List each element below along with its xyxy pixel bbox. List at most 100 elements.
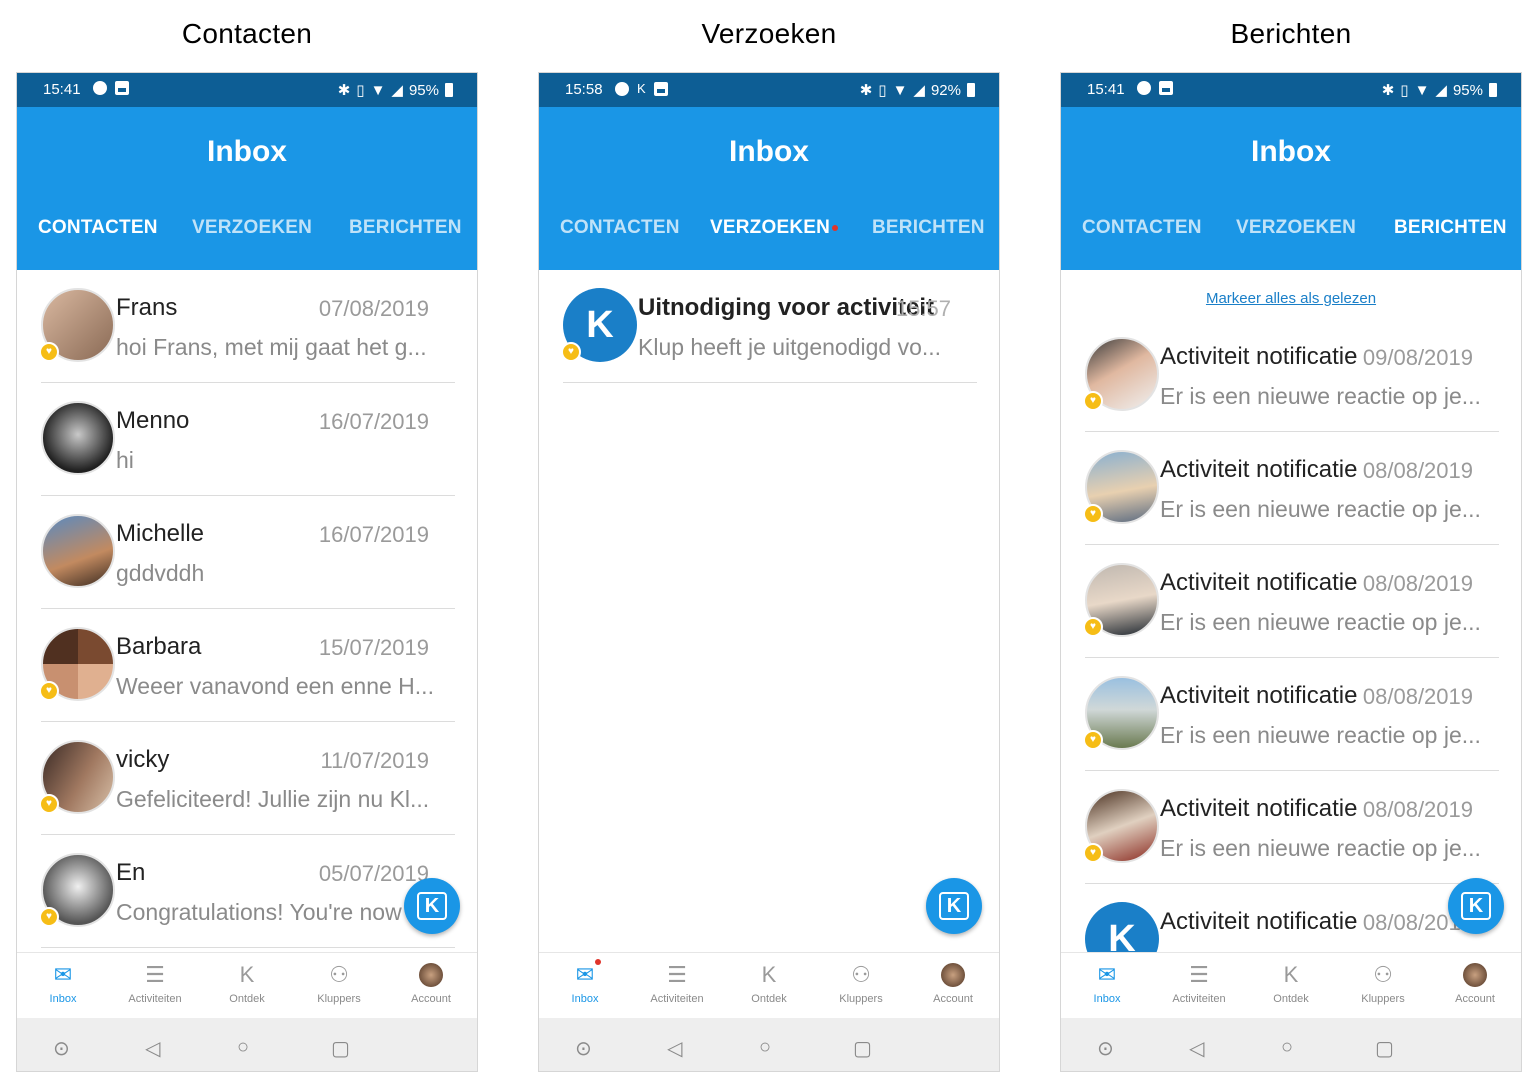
nav-inbox[interactable]: ✉ Inbox xyxy=(539,959,631,1005)
tab-verzoeken[interactable]: VERZOEKEN xyxy=(1236,217,1356,239)
assistant-icon[interactable]: ⊙ xyxy=(1097,1036,1114,1061)
assistant-icon[interactable]: ⊙ xyxy=(53,1036,70,1061)
bluetooth-icon: ✱ xyxy=(859,82,873,99)
account-avatar-icon xyxy=(1461,961,1489,989)
tab-contacten[interactable]: CONTACTEN xyxy=(38,217,158,239)
tab-berichten[interactable]: BERICHTEN xyxy=(1394,217,1507,239)
notification-title: Activiteit notificatie xyxy=(1160,456,1358,483)
list-item[interactable]: ♥ Activiteit notificatie 08/08/2019 Er i… xyxy=(1083,658,1499,771)
contact-name: Frans xyxy=(116,294,178,321)
notification-date: 09/08/2019 xyxy=(1362,345,1473,370)
klup-logo-icon: K xyxy=(1283,962,1299,987)
status-time: 15:41 xyxy=(1087,81,1125,98)
back-icon[interactable]: ◁ xyxy=(1189,1036,1204,1061)
nav-kluppers[interactable]: ⚇ Kluppers xyxy=(815,961,907,1005)
klup-chat-button[interactable]: K xyxy=(926,878,982,934)
list-item[interactable]: Michelle 16/07/2019 gddvddh xyxy=(41,496,455,609)
klup-chat-button[interactable]: K xyxy=(404,878,460,934)
envelope-icon: ✉ xyxy=(571,959,601,989)
nav-ontdek[interactable]: K Ontdek xyxy=(201,961,293,1005)
page-title: Inbox xyxy=(729,135,809,168)
bluetooth-icon: ✱ xyxy=(1381,82,1395,99)
phone-screen: 15:41 ✱ ▯ ▼ ◢ 95% Inbox CONTACTEN VERZOEKEN … xyxy=(1060,72,1522,1072)
list-item[interactable]: ♥ Activiteit notificatie 09/08/2019 Er i… xyxy=(1083,319,1499,432)
bluetooth-icon: ✱ xyxy=(337,82,351,99)
vibrate-icon: ▯ xyxy=(356,82,365,99)
tab-berichten[interactable]: BERICHTEN xyxy=(349,217,462,239)
nav-inbox[interactable]: ✉ Inbox xyxy=(1061,961,1153,1005)
list-icon: ☰ xyxy=(667,962,687,987)
nav-account[interactable]: Account xyxy=(1429,961,1521,1005)
nav-kluppers[interactable]: ⚇ Kluppers xyxy=(293,961,385,1005)
signal-icon: ◢ xyxy=(1435,82,1447,99)
bottom-nav: ✉ Inbox ☰ Activiteiten K Ontdek ⚇ Kluppers A… xyxy=(539,952,999,1018)
list-item[interactable]: ♥ vicky 11/07/2019 Gefeliciteerd! Jullie… xyxy=(39,722,455,835)
tab-berichten[interactable]: BERICHTEN xyxy=(872,217,985,239)
panel-heading: Verzoeken xyxy=(701,18,837,49)
message-date: 07/08/2019 xyxy=(318,296,429,321)
nav-account[interactable]: Account xyxy=(907,961,999,1005)
back-icon[interactable]: ◁ xyxy=(145,1036,160,1061)
heart-icon: ♥ xyxy=(39,794,59,814)
home-icon[interactable]: ○ xyxy=(237,1036,249,1059)
tab-verzoeken[interactable]: VERZOEKEN xyxy=(192,217,312,239)
people-icon: ⚇ xyxy=(851,962,871,987)
list-item[interactable]: ♥ Frans 07/08/2019 hoi Frans, met mij ga… xyxy=(39,270,455,383)
recents-icon[interactable]: ▢ xyxy=(853,1036,872,1061)
tab-contacten[interactable]: CONTACTEN xyxy=(1082,217,1202,239)
nav-activiteiten[interactable]: ☰ Activiteiten xyxy=(631,961,723,1005)
heart-icon: ♥ xyxy=(1083,730,1103,750)
bottom-nav: ✉ Inbox ☰ Activiteiten K Ontdek ⚇ Kluppers A… xyxy=(1061,952,1521,1018)
message-date: 05/07/2019 xyxy=(318,861,429,886)
message-preview: Weeer vanavond een enne H... xyxy=(116,673,434,699)
list-item[interactable]: ♥ Barbara 15/07/2019 Weeer vanavond een … xyxy=(39,609,455,722)
nav-activiteiten[interactable]: ☰ Activiteiten xyxy=(109,961,201,1005)
tab-verzoeken[interactable]: VERZOEKEN xyxy=(710,217,839,239)
klup-logo-icon: K xyxy=(417,892,447,920)
avatar xyxy=(41,514,115,588)
battery-icon xyxy=(1489,83,1497,97)
list-item[interactable]: K ♥ Uitnodiging voor activiteit 15:57 Kl… xyxy=(561,270,977,383)
back-icon[interactable]: ◁ xyxy=(667,1036,682,1061)
home-icon[interactable]: ○ xyxy=(1281,1036,1293,1059)
nav-ontdek[interactable]: K Ontdek xyxy=(723,961,815,1005)
list-item[interactable]: ♥ Activiteit notificatie 08/08/2019 Er i… xyxy=(1083,432,1499,545)
message-preview: hoi Frans, met mij gaat het g... xyxy=(116,334,427,360)
assistant-icon[interactable]: ⊙ xyxy=(575,1036,592,1061)
tab-contacten[interactable]: CONTACTEN xyxy=(560,217,680,239)
list-item[interactable]: ♥ Activiteit notificatie 08/08/2019 Er i… xyxy=(1083,771,1499,884)
bottom-nav: ✉ Inbox ☰ Activiteiten K Ontdek ⚇ Kluppers A… xyxy=(17,952,477,1018)
battery-icon xyxy=(967,83,975,97)
unread-dot xyxy=(832,224,839,231)
nav-activiteiten[interactable]: ☰ Activiteiten xyxy=(1153,961,1245,1005)
request-title: Uitnodiging voor activiteit xyxy=(638,294,935,321)
nav-inbox[interactable]: ✉ Inbox xyxy=(17,961,109,1005)
tab-label: VERZOEKEN xyxy=(710,217,831,238)
list-item[interactable]: ♥ Activiteit notificatie 08/08/2019 Er i… xyxy=(1083,545,1499,658)
nav-account[interactable]: Account xyxy=(385,961,477,1005)
list-item[interactable]: K Activiteit notificatie 08/08/2019 xyxy=(1085,884,1499,952)
message-date: 15/07/2019 xyxy=(318,635,429,660)
home-icon[interactable]: ○ xyxy=(759,1036,771,1059)
wifi-icon: ▼ xyxy=(1414,81,1430,99)
recents-icon[interactable]: ▢ xyxy=(331,1036,350,1061)
recents-icon[interactable]: ▢ xyxy=(1375,1036,1394,1061)
mark-all-read-link[interactable]: Markeer alles als gelezen xyxy=(1061,290,1521,307)
wifi-icon: ▼ xyxy=(370,81,386,99)
contact-name: Michelle xyxy=(116,520,205,547)
list-item[interactable]: Menno 16/07/2019 hi xyxy=(41,383,455,496)
nav-ontdek[interactable]: K Ontdek xyxy=(1245,961,1337,1005)
notification-preview: Er is een nieuwe reactie op je... xyxy=(1160,835,1481,861)
envelope-icon: ✉ xyxy=(53,962,73,987)
klup-chat-button[interactable]: K xyxy=(1448,878,1504,934)
message-date: 11/07/2019 xyxy=(320,748,429,773)
notification-date: 08/08/2019 xyxy=(1362,571,1473,596)
status-time: 15:41 xyxy=(43,81,81,98)
panel-heading: Contacten xyxy=(181,18,313,49)
nav-kluppers[interactable]: ⚇ Kluppers xyxy=(1337,961,1429,1005)
vibrate-icon: ▯ xyxy=(878,82,887,99)
battery-icon xyxy=(445,83,453,97)
list-item[interactable]: ♥ En 05/07/2019 Congratulations! You're … xyxy=(39,835,455,948)
app-bar: Inbox CONTACTEN VERZOEKEN BERICHTEN xyxy=(1061,107,1521,270)
status-time: 15:58 xyxy=(565,81,603,98)
